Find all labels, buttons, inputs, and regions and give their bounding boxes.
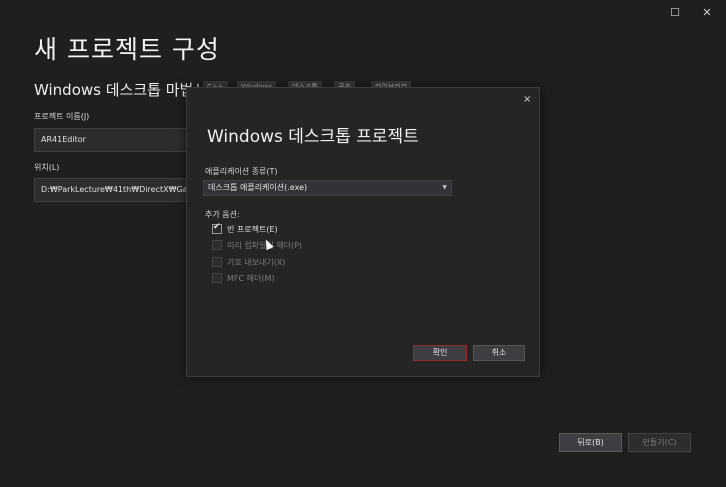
dialog-title: Windows 데스크톱 프로젝트 (207, 127, 419, 147)
ok-button[interactable]: 확인 (413, 345, 467, 361)
project-options-dialog: × Windows 데스크톱 프로젝트 애플리케이션 종류(T) 데스크톱 애플… (186, 87, 540, 377)
create-button[interactable]: 만들기(C) (628, 433, 691, 452)
chevron-down-icon: ▼ (442, 184, 447, 191)
close-icon[interactable]: ✕ (700, 6, 714, 20)
location-field[interactable]: D:₩ParkLecture₩41th₩DirectX₩Game (34, 178, 190, 202)
app-type-label: 애플리케이션 종류(T) (205, 167, 278, 176)
project-name-label: 프로젝트 이름(J) (34, 112, 90, 121)
extra-options-label: 추가 옵션: (205, 210, 240, 219)
location-label: 위치(L) (34, 163, 60, 172)
export-symbols-checkbox (212, 257, 222, 267)
mfc-header-checkbox (212, 273, 222, 283)
app-type-value: 데스크톱 애플리케이션(.exe) (208, 183, 308, 192)
page-title: 새 프로젝트 구성 (34, 35, 220, 64)
precompiled-header-checkbox (212, 240, 222, 250)
cancel-button[interactable]: 취소 (473, 345, 525, 361)
app-type-select[interactable]: 데스크톱 애플리케이션(.exe) ▼ (203, 180, 452, 196)
template-name: Windows 데스크톱 마법사 (34, 81, 208, 99)
mfc-header-label: MFC 헤더(M) (227, 274, 275, 283)
empty-project-checkbox[interactable] (212, 222, 222, 234)
maximize-icon[interactable]: ☐ (668, 6, 682, 20)
export-symbols-label: 기호 내보내기(X) (227, 258, 286, 267)
empty-project-label[interactable]: 빈 프로젝트(E) (227, 224, 278, 235)
dialog-close-icon[interactable]: × (523, 94, 531, 105)
back-button[interactable]: 뒤로(B) (559, 433, 622, 452)
project-name-field[interactable]: AR41Editor (34, 128, 190, 152)
